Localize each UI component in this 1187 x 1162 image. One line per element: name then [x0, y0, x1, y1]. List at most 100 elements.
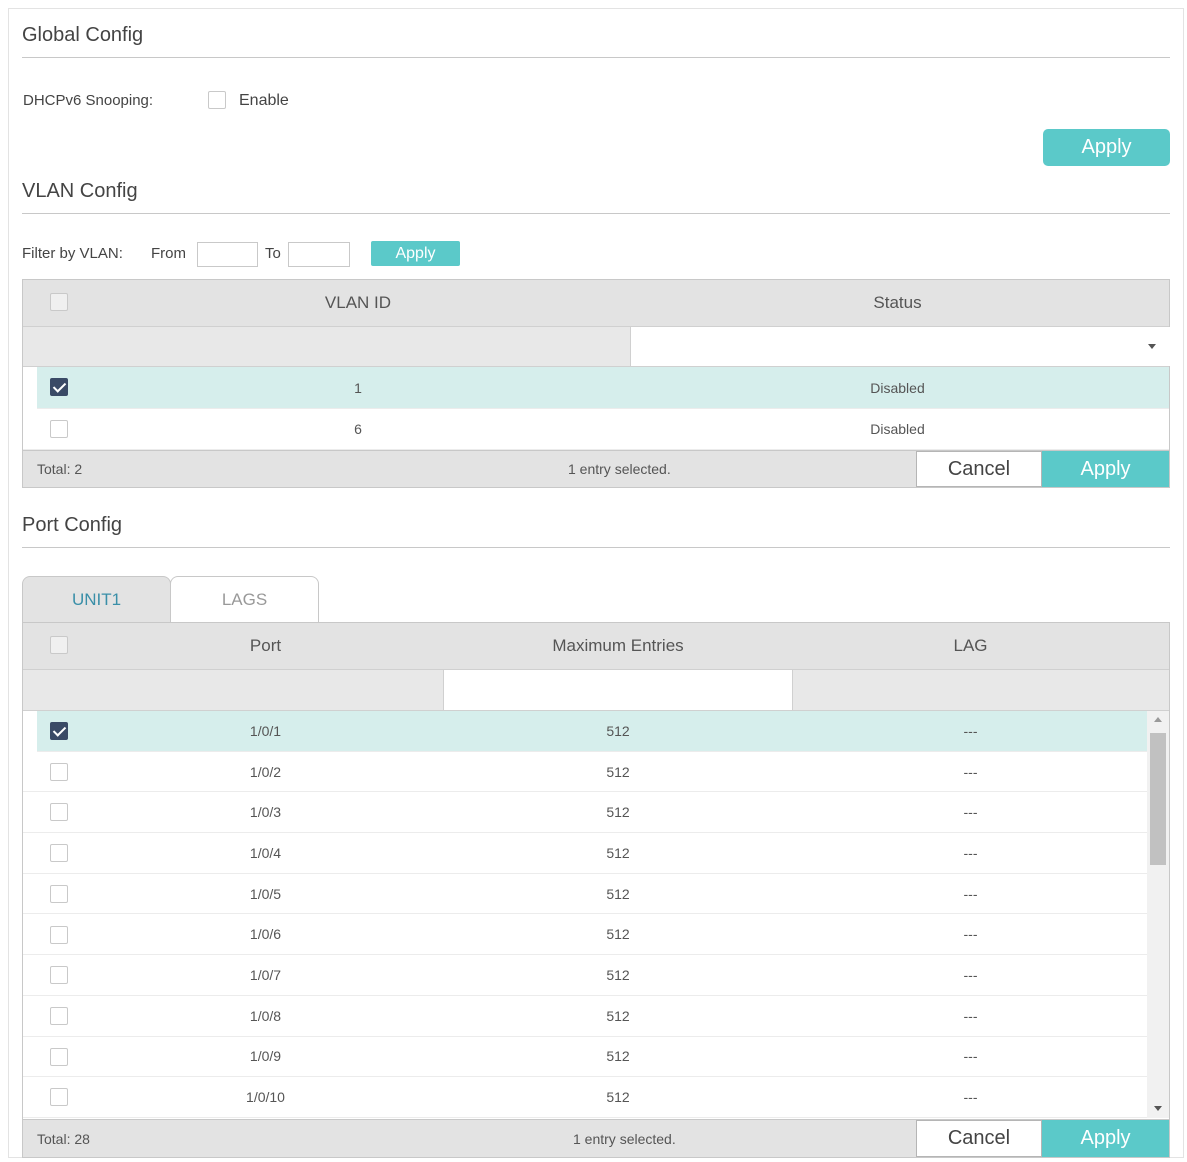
- table-row[interactable]: 1/0/8 512 ---: [23, 996, 1147, 1037]
- port-table-header: Port Maximum Entries LAG: [23, 623, 1169, 670]
- vlan-select-all-checkbox[interactable]: [50, 293, 68, 311]
- column-header-maximum-entries[interactable]: Maximum Entries: [443, 623, 793, 669]
- max-entries-cell: 512: [606, 763, 630, 780]
- lag-cell: ---: [963, 885, 978, 902]
- selection-status: 1 entry selected.: [568, 461, 671, 477]
- from-label: From: [151, 245, 186, 262]
- lag-cell: ---: [963, 1089, 978, 1106]
- row-checkbox[interactable]: [50, 378, 68, 396]
- filter-by-vlan-label: Filter by VLAN:: [22, 245, 123, 262]
- dhcpv6-snooping-label: DHCPv6 Snooping:: [23, 92, 154, 109]
- row-checkbox[interactable]: [50, 762, 68, 781]
- port-cell: 1/0/2: [249, 763, 282, 780]
- row-checkbox[interactable]: [50, 844, 68, 863]
- port-cell: 1/0/8: [249, 1007, 282, 1024]
- max-entries-cell: 512: [606, 926, 630, 943]
- max-entries-cell: 512: [606, 967, 630, 984]
- column-header-lag[interactable]: LAG: [793, 623, 1148, 669]
- scroll-up-icon[interactable]: [1154, 717, 1162, 722]
- column-header-vlan-id[interactable]: VLAN ID: [93, 280, 623, 326]
- vlan-id-cell: 1: [354, 379, 362, 396]
- row-checkbox[interactable]: [50, 1088, 68, 1107]
- global-apply-button[interactable]: Apply: [1043, 129, 1170, 166]
- port-cancel-button[interactable]: Cancel: [916, 1120, 1042, 1157]
- max-entries-filter-input[interactable]: [443, 670, 793, 710]
- port-cell: 1/0/10: [246, 1089, 285, 1106]
- lag-cell: ---: [963, 804, 978, 821]
- table-row[interactable]: 1/0/5 512 ---: [23, 874, 1147, 915]
- status-filter-dropdown[interactable]: [630, 327, 1170, 366]
- row-checkbox[interactable]: [50, 722, 68, 740]
- max-entries-cell: 512: [606, 804, 630, 821]
- total-count: Total: 2: [37, 461, 83, 477]
- vlan-id-cell: 6: [354, 421, 362, 437]
- port-cell: 1/0/9: [249, 1048, 282, 1065]
- port-cell: 1/0/1: [249, 722, 282, 739]
- scroll-thumb[interactable]: [1150, 733, 1166, 865]
- lag-cell: ---: [963, 844, 978, 861]
- vlan-to-input[interactable]: [288, 242, 350, 267]
- vlan-apply-button[interactable]: Apply: [1042, 451, 1169, 487]
- max-entries-cell: 512: [606, 1007, 630, 1024]
- row-checkbox[interactable]: [50, 966, 68, 985]
- row-checkbox[interactable]: [50, 420, 68, 438]
- max-entries-cell: 512: [606, 844, 630, 861]
- table-row[interactable]: 1/0/1 512 ---: [37, 711, 1147, 752]
- row-checkbox[interactable]: [50, 925, 68, 944]
- port-filter-row: [23, 670, 1169, 711]
- port-cell: 1/0/5: [249, 885, 282, 902]
- port-cell: 1/0/4: [249, 844, 282, 861]
- table-row[interactable]: 1/0/10 512 ---: [23, 1077, 1147, 1118]
- lag-cell: ---: [963, 722, 978, 739]
- table-row[interactable]: 1/0/2 512 ---: [23, 752, 1147, 793]
- total-count: Total: 28: [37, 1131, 90, 1147]
- tab-unit1[interactable]: UNIT1: [22, 576, 171, 622]
- port-table-footer: Total: 28 1 entry selected. Cancel Apply: [23, 1119, 1169, 1157]
- column-header-port[interactable]: Port: [93, 623, 438, 669]
- max-entries-cell: 512: [606, 1048, 630, 1065]
- vlan-table-footer: Total: 2 1 entry selected. Cancel Apply: [23, 450, 1169, 487]
- row-checkbox[interactable]: [50, 1047, 68, 1066]
- vlan-filter-apply-button[interactable]: Apply: [371, 241, 460, 266]
- max-entries-cell: 512: [606, 722, 630, 739]
- tab-lags[interactable]: LAGS: [170, 576, 319, 622]
- lag-cell: ---: [963, 1007, 978, 1024]
- vlan-config-title: VLAN Config: [22, 180, 138, 202]
- status-cell: Disabled: [870, 421, 925, 437]
- row-checkbox[interactable]: [50, 803, 68, 822]
- table-row[interactable]: 1/0/6 512 ---: [23, 915, 1147, 956]
- chevron-down-icon: [1148, 344, 1156, 349]
- table-row[interactable]: 1/0/9 512 ---: [23, 1037, 1147, 1078]
- row-checkbox[interactable]: [50, 1006, 68, 1025]
- vlan-table: VLAN ID Status 1 Disabled 6 Disabled Tot…: [22, 279, 1170, 488]
- table-row[interactable]: 6 Disabled: [23, 409, 1169, 450]
- port-apply-button[interactable]: Apply: [1042, 1120, 1169, 1157]
- max-entries-cell: 512: [606, 885, 630, 902]
- port-select-all-checkbox[interactable]: [50, 636, 68, 654]
- scrollbar[interactable]: [1147, 711, 1169, 1118]
- lag-cell: ---: [963, 926, 978, 943]
- status-cell: Disabled: [870, 379, 925, 396]
- port-config-title: Port Config: [22, 514, 123, 536]
- vlan-from-input[interactable]: [197, 242, 258, 267]
- lag-cell: ---: [963, 1048, 978, 1065]
- vlan-table-header: VLAN ID Status: [23, 280, 1169, 327]
- table-row[interactable]: 1/0/3 512 ---: [23, 792, 1147, 834]
- divider: [22, 213, 1170, 214]
- enable-checkbox[interactable]: [208, 91, 226, 109]
- port-cell: 1/0/6: [249, 926, 282, 943]
- max-entries-cell: 512: [606, 1089, 630, 1106]
- table-row[interactable]: 1/0/4 512 ---: [23, 833, 1147, 874]
- selection-status: 1 entry selected.: [573, 1131, 676, 1147]
- table-row[interactable]: 1/0/7 512 ---: [23, 955, 1147, 996]
- vlan-cancel-button[interactable]: Cancel: [916, 451, 1042, 487]
- vlan-filter-row: [23, 327, 1170, 367]
- divider: [22, 57, 1170, 58]
- table-row[interactable]: 1 Disabled: [37, 367, 1169, 409]
- column-header-status[interactable]: Status: [630, 280, 1165, 326]
- scroll-down-icon[interactable]: [1154, 1106, 1162, 1111]
- lag-cell: ---: [963, 967, 978, 984]
- port-cell: 1/0/3: [249, 804, 282, 821]
- row-checkbox[interactable]: [50, 884, 68, 903]
- to-label: To: [265, 245, 281, 262]
